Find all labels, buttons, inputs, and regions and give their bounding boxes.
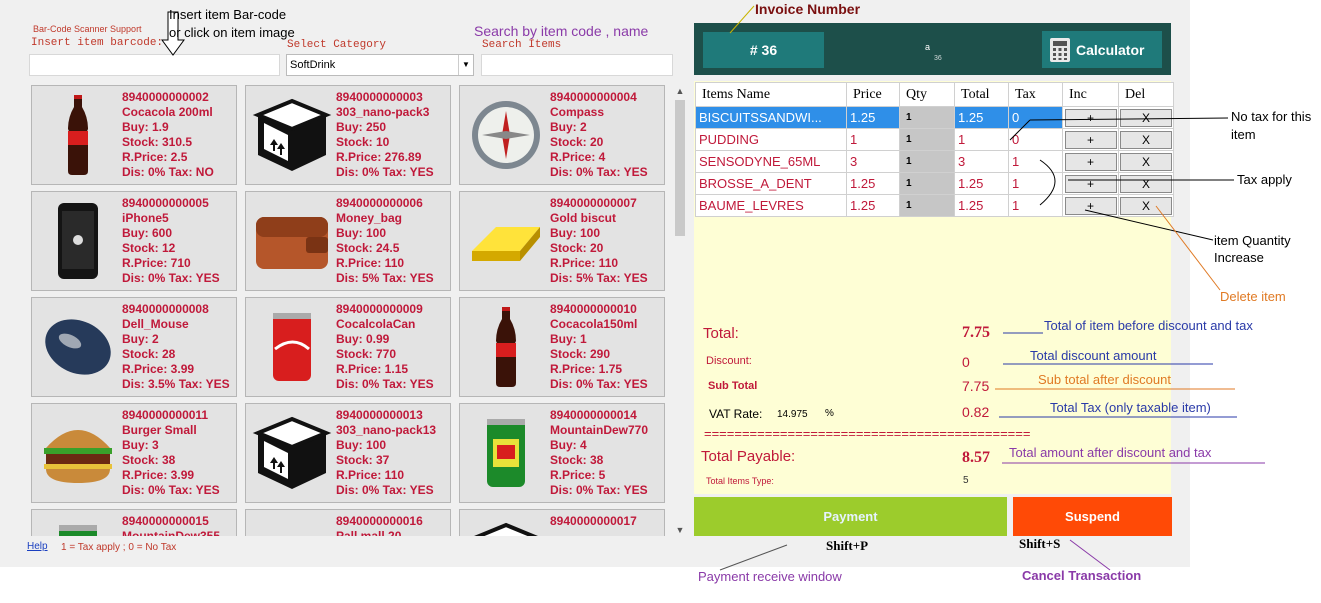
annotation-lines [161,5,1265,571]
annotation-delete-item: Delete item [1220,289,1286,304]
pos-window: Bar-Code Scanner Support Insert item bar… [0,0,1321,603]
annotation-tax-apply: Tax apply [1237,172,1292,187]
annotation-invoice-number: Invoice Number [755,1,861,17]
annotation-qty-increase: item Quantity [1214,233,1291,248]
annotation-total-after: Total amount after discount and tax [1009,445,1212,460]
annotation-subtotal: Sub total after discount [1038,372,1171,387]
annotation-cancel-transaction: Cancel Transaction [1022,568,1142,583]
annotation-click-item: or click on item image [169,25,295,40]
annotation-search-hint: Search by item code , name [474,23,649,39]
annotation-no-tax: No tax for this [1231,109,1312,124]
annotation-qty-increase-2: Increase [1214,250,1264,265]
annotation-total-tax: Total Tax (only taxable item) [1050,400,1211,415]
annotation-payment-window: Payment receive window [698,569,842,584]
annotation-total-before: Total of item before discount and tax [1044,318,1253,333]
annotation-no-tax-2: item [1231,127,1256,142]
annotation-total-discount: Total discount amount [1030,348,1157,363]
annotation-insert-barcode: Insert item Bar-code [169,7,287,22]
